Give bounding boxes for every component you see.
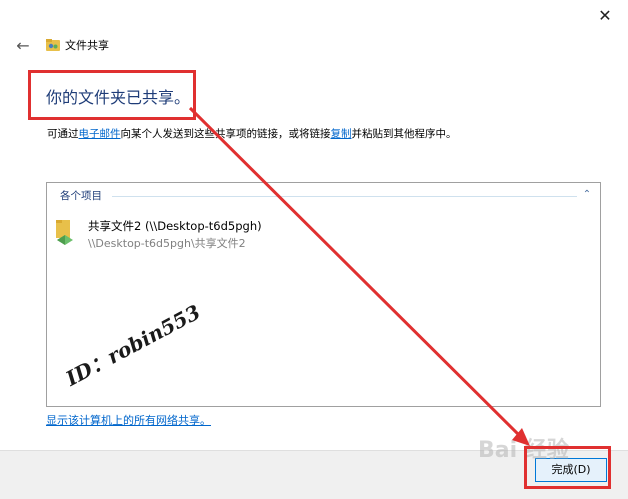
email-link[interactable]: 电子邮件 (79, 128, 121, 140)
group-header-divider (112, 196, 577, 197)
window-title: 文件共享 (65, 39, 109, 52)
annotation-box-heading (28, 70, 196, 120)
shared-folder-icon (56, 220, 73, 245)
list-item-name[interactable]: 共享文件2 (\\Desktop-t6d5pgh) (88, 219, 262, 234)
instruction-middle: 向某个人发送到这些共享项的链接，或将链接 (120, 128, 331, 140)
collapse-group-button[interactable]: ⌃ (580, 188, 594, 202)
close-button[interactable]: ✕ (590, 4, 620, 28)
shared-folder-icon (46, 39, 60, 51)
chevron-up-icon: ⌃ (582, 189, 592, 200)
show-all-network-shares-link[interactable]: 显示该计算机上的所有网络共享。 (46, 413, 211, 428)
copy-link[interactable]: 复制 (331, 128, 352, 140)
back-button[interactable]: ← (12, 36, 34, 56)
shared-items-list[interactable] (46, 182, 601, 407)
instruction-prefix: 可通过 (47, 128, 79, 140)
group-header-label: 各个项目 (60, 190, 102, 202)
list-item-path: \\Desktop-t6d5pgh\共享文件2 (88, 237, 246, 250)
instruction-text: 可通过电子邮件向某个人发送到这些共享项的链接，或将链接复制并粘贴到其他程序中。 (47, 127, 457, 141)
back-arrow-icon: ← (16, 36, 30, 55)
close-icon: ✕ (598, 6, 612, 25)
annotation-box-done (524, 446, 611, 489)
instruction-suffix: 并粘贴到其他程序中。 (351, 128, 457, 140)
